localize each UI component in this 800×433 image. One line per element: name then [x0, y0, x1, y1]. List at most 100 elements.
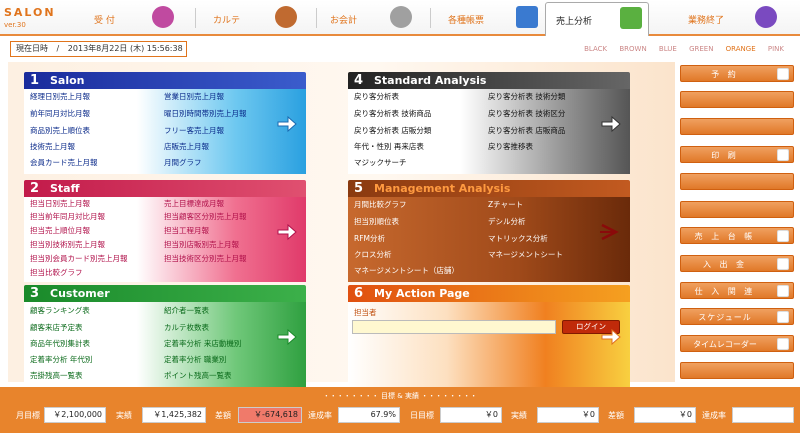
empty-button[interactable] — [680, 173, 794, 190]
purchase-button[interactable]: 仕 入 関 連 — [680, 282, 794, 299]
empty-button[interactable] — [680, 118, 794, 135]
arrow-right-icon[interactable] — [276, 222, 298, 242]
empty-button[interactable] — [680, 201, 794, 218]
report-link[interactable]: 年代・性別 再来店表 — [354, 141, 424, 152]
report-link[interactable]: 戻り客分析表 店販商品 — [488, 125, 565, 136]
report-link[interactable]: 売掛残高一覧表 — [30, 370, 83, 381]
day-actual-value: ￥0 — [537, 407, 599, 423]
tab-reception[interactable]: 受 付 — [80, 2, 210, 34]
empty-button[interactable] — [680, 362, 794, 379]
report-link[interactable]: 売上目標達成月報 — [164, 198, 224, 209]
report-link[interactable]: 商品別売上順位表 — [30, 125, 90, 136]
report-link[interactable]: 担当工程月報 — [164, 225, 209, 236]
report-link[interactable]: フリー客売上月報 — [164, 125, 224, 136]
moon-icon — [755, 6, 777, 28]
panel-body: 担当日別売上月報 担当前年同月対比月報 担当売上順位月報 担当別技術別売上月報 … — [24, 197, 306, 282]
report-link[interactable]: 経理日別売上月報 — [30, 91, 90, 102]
report-link[interactable]: 戻り客分析表 店販分類 — [354, 125, 431, 136]
report-link[interactable]: 担当別店販別売上月報 — [164, 239, 239, 250]
panel-title: Customer — [50, 287, 110, 300]
report-link[interactable]: Zチャート — [488, 199, 523, 210]
report-link[interactable]: 戻り客推移表 — [488, 141, 533, 152]
report-link[interactable]: 店販売上月報 — [164, 141, 209, 152]
report-link[interactable]: 担当顧客区分別売上月報 — [164, 211, 247, 222]
tab-checkout[interactable]: お会計 — [322, 2, 432, 34]
report-link[interactable]: 月間グラフ — [164, 157, 202, 168]
theme-pink[interactable]: PINK — [768, 45, 784, 53]
button-label: タイムレコーダー — [693, 340, 757, 349]
sales-ledger-button[interactable]: 売 上 台 帳 — [680, 227, 794, 244]
tab-sales-analysis[interactable]: 売上分析 — [545, 2, 649, 36]
arrow-right-icon[interactable] — [600, 114, 622, 134]
tab-chart[interactable]: カルテ — [205, 2, 315, 34]
report-link[interactable]: RFM分析 — [354, 233, 385, 244]
cash-in-out-button[interactable]: 入 出 金 — [680, 255, 794, 272]
panel-title: My Action Page — [374, 287, 470, 300]
button-label: 仕 入 関 連 — [694, 287, 756, 296]
schedule-button[interactable]: スケジュール — [680, 308, 794, 325]
report-link[interactable]: マジックサーチ — [354, 157, 407, 168]
report-link[interactable]: 担当別技術別売上月報 — [30, 239, 105, 250]
report-link[interactable]: 曜日別時間帯別売上月報 — [164, 108, 247, 119]
report-link[interactable]: マトリックス分析 — [488, 233, 548, 244]
chart-icon — [275, 6, 297, 28]
report-link[interactable]: 戻り客分析表 技術商品 — [354, 108, 431, 119]
month-actual-value: ￥1,425,382 — [142, 407, 206, 423]
report-link[interactable]: 定着率分析 年代別 — [30, 354, 92, 365]
report-link[interactable]: 担当売上順位月報 — [30, 225, 90, 236]
staff-label: 担当者 — [354, 308, 377, 317]
report-link[interactable]: クロス分析 — [354, 249, 392, 260]
theme-orange[interactable]: ORANGE — [726, 45, 756, 53]
report-link[interactable]: 会員カード売上月報 — [30, 157, 98, 168]
report-link[interactable]: 顧客ランキング表 — [30, 305, 90, 316]
report-link[interactable]: 戻り客分析表 技術分類 — [488, 91, 565, 102]
tab-close-business[interactable]: 業務終了 — [660, 2, 785, 34]
current-datetime: 現在日時 / 2013年8月22日 (木) 15:56:38 — [10, 41, 187, 57]
report-link[interactable]: 担当日別売上月報 — [30, 198, 90, 209]
arrow-right-icon[interactable] — [276, 114, 298, 134]
button-label: 売 上 台 帳 — [694, 232, 756, 241]
report-link[interactable]: カルテ枚数表 — [164, 322, 209, 333]
time-recorder-button[interactable]: タイムレコーダー — [680, 335, 794, 352]
report-link[interactable]: 担当比較グラフ — [30, 267, 83, 278]
staff-input[interactable] — [352, 320, 556, 334]
arrow-right-icon[interactable] — [600, 222, 622, 242]
report-link[interactable]: 営業日別売上月報 — [164, 91, 224, 102]
button-label: 印 刷 — [711, 151, 739, 160]
report-link[interactable]: 戻り客分析表 技術区分 — [488, 108, 565, 119]
report-link[interactable]: 顧客来店予定表 — [30, 322, 83, 333]
report-link[interactable]: ポイント残高一覧表 — [164, 370, 232, 381]
tab-forms[interactable]: 各種帳票 — [436, 2, 541, 34]
button-label: 入 出 金 — [702, 260, 748, 269]
report-link[interactable]: 担当別会員カード別売上月報 — [30, 253, 128, 264]
report-link[interactable]: 前年同月対比月報 — [30, 108, 90, 119]
empty-button[interactable] — [680, 91, 794, 108]
panel-header: 6 My Action Page — [348, 285, 630, 302]
print-button[interactable]: 印 刷 — [680, 146, 794, 163]
report-link[interactable]: 担当技術区分別売上月報 — [164, 253, 247, 264]
reservation-button[interactable]: 予 約 — [680, 65, 794, 82]
report-link[interactable]: 担当前年同月対比月報 — [30, 211, 105, 222]
report-link[interactable]: 定着率分析 職業別 — [164, 354, 226, 365]
theme-black[interactable]: BLACK — [584, 45, 607, 53]
report-link[interactable]: 商品年代別集計表 — [30, 338, 90, 349]
day-target-value: ￥0 — [440, 407, 502, 423]
sales-analysis-icon — [620, 7, 642, 29]
arrow-right-icon[interactable] — [276, 327, 298, 347]
theme-brown[interactable]: BROWN — [619, 45, 646, 53]
month-diff-value: ￥-674,618 — [238, 407, 302, 423]
arrow-right-icon[interactable] — [600, 327, 622, 347]
report-link[interactable]: 担当別順位表 — [354, 216, 399, 227]
report-link[interactable]: デシル分析 — [488, 216, 526, 227]
month-rate-value: 67.9% — [338, 407, 400, 423]
report-link[interactable]: マネージメントシート（店舗） — [354, 265, 459, 276]
panel-number: 1 — [30, 73, 40, 88]
report-link[interactable]: マネージメントシート — [488, 249, 563, 260]
theme-blue[interactable]: BLUE — [659, 45, 677, 53]
report-link[interactable]: 定着率分析 来店動機別 — [164, 338, 241, 349]
report-link[interactable]: 技術売上月報 — [30, 141, 75, 152]
report-link[interactable]: 紹介者一覧表 — [164, 305, 209, 316]
report-link[interactable]: 月間比較グラフ — [354, 199, 407, 210]
theme-green[interactable]: GREEN — [689, 45, 713, 53]
report-link[interactable]: 戻り客分析表 — [354, 91, 399, 102]
